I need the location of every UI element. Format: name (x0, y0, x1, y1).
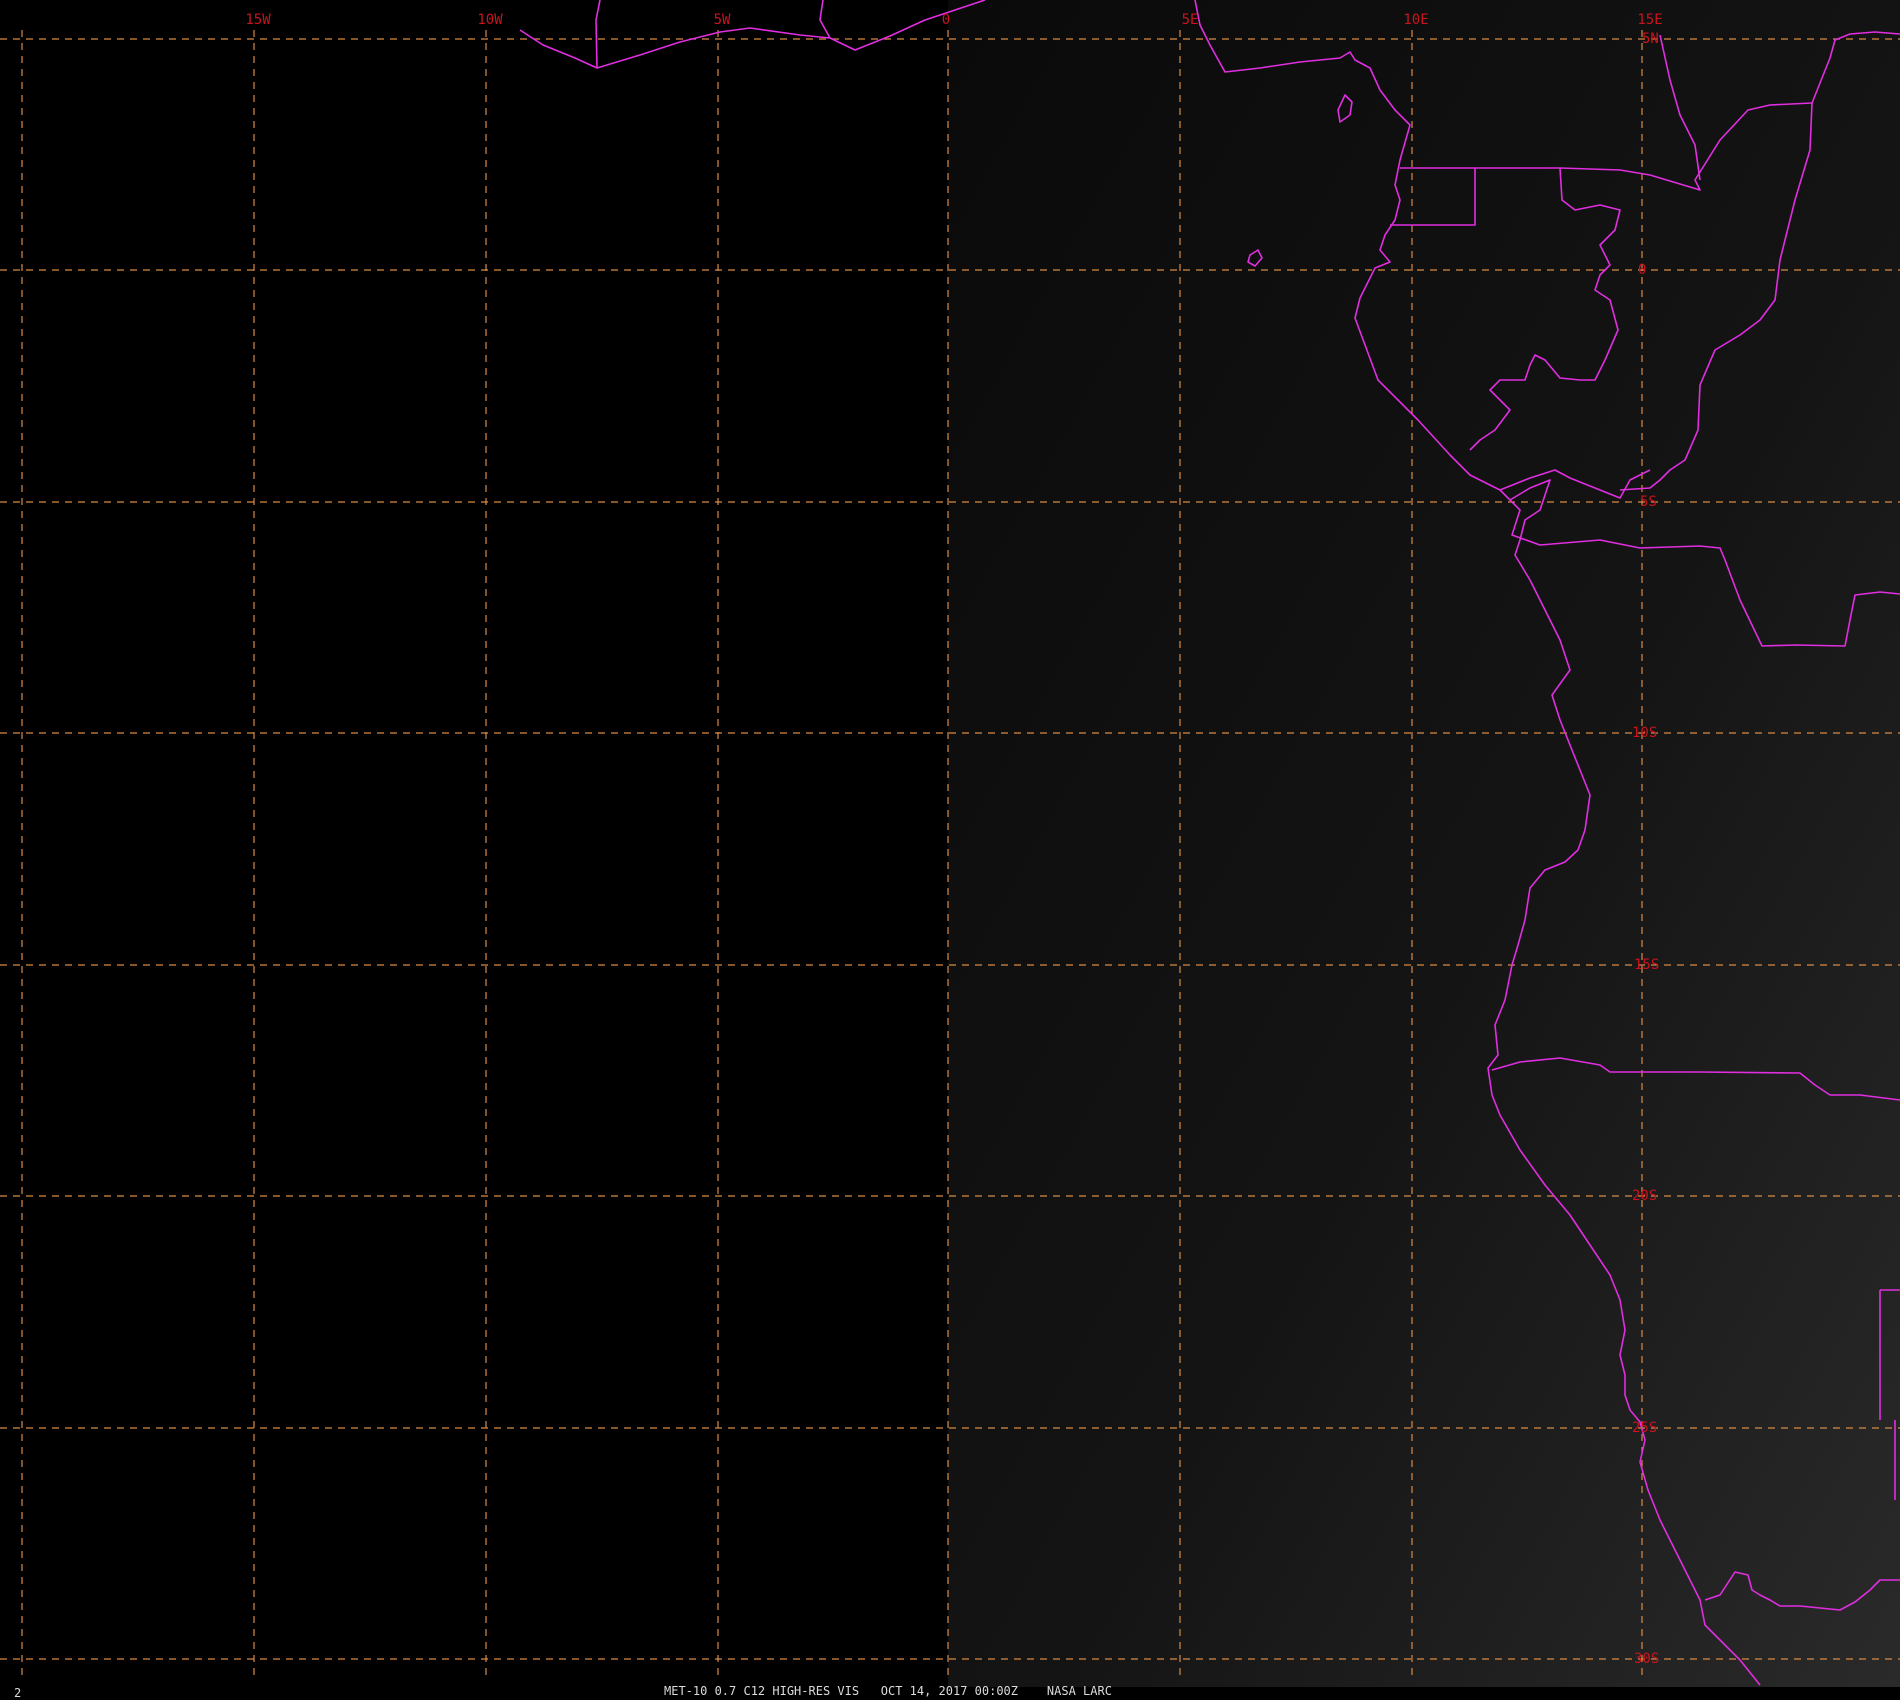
satellite-map: 15W 10W 5W 0 5E 10E 15E 5N 0 5S 10S 15S … (0, 0, 1900, 1700)
longitude-label: 5W (714, 12, 731, 28)
latitude-label: 15S (1634, 957, 1659, 973)
frame-number: 2 (14, 1686, 21, 1700)
latitude-label: 0 (1638, 262, 1646, 278)
longitude-label: 10W (477, 12, 503, 28)
longitude-label: 10E (1403, 12, 1428, 28)
longitude-label: 5E (1182, 12, 1199, 28)
longitude-label: 0 (942, 12, 950, 28)
image-caption: MET-10 0.7 C12 HIGH-RES VIS OCT 14, 2017… (664, 1684, 1112, 1698)
latitude-label: 30S (1634, 1651, 1659, 1667)
latitude-label: 5S (1640, 494, 1657, 510)
latitude-label: 5N (1642, 31, 1659, 47)
longitude-label: 15E (1637, 12, 1662, 28)
latitude-label: 20S (1632, 1188, 1657, 1204)
latitude-label: 10S (1632, 725, 1657, 741)
latitude-label: 25S (1632, 1420, 1657, 1436)
day-side-imagery (948, 0, 1900, 1687)
longitude-label: 15W (245, 12, 271, 28)
